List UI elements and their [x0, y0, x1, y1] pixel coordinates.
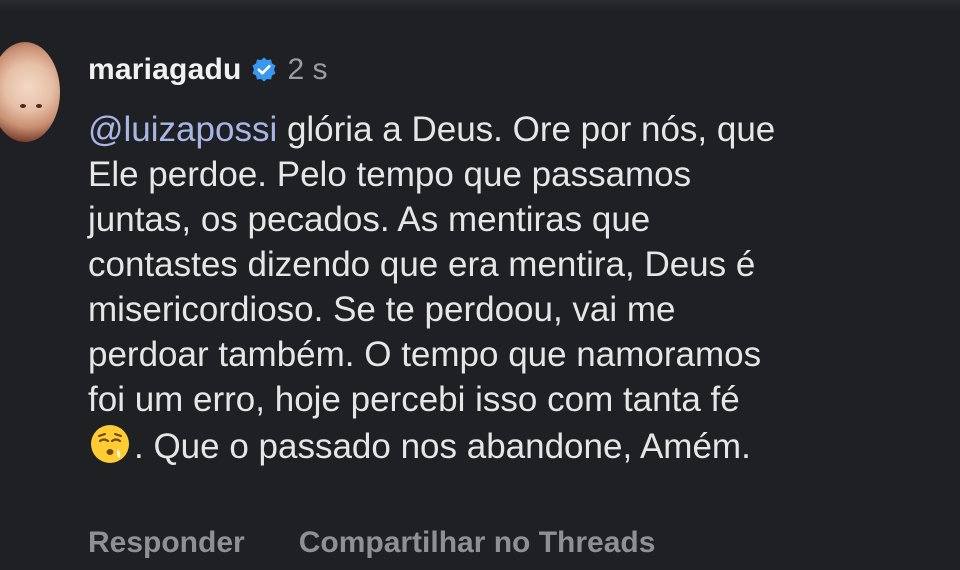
comment-line: @luizapossi glória a Deus. Ore por nós, … — [88, 107, 956, 152]
verified-badge-icon — [250, 56, 278, 84]
comment-line-text: . Que o passado nos abandone, Amém. — [134, 427, 751, 466]
mention-link[interactable]: @luizapossi — [88, 110, 277, 149]
top-divider — [0, 0, 960, 10]
comment-text: @luizapossi glória a Deus. Ore por nós, … — [88, 107, 956, 467]
comment-line: perdoar também. O tempo que namoramos — [88, 335, 762, 374]
share-threads-button[interactable]: Compartilhar no Threads — [299, 526, 656, 560]
username[interactable]: mariagadu — [88, 53, 242, 87]
timestamp: 2 s — [287, 53, 328, 86]
comment-line: misericordioso. Se te perdoou, vai me — [88, 290, 676, 329]
avatar-eye — [20, 104, 26, 108]
comment-header: mariagadu 2 s — [88, 50, 328, 90]
comment-line: Ele perdoe. Pelo tempo que passamos — [88, 155, 692, 194]
comment-line: foi um erro, hoje percebi isso com tanta… — [88, 380, 740, 419]
comment-line: contastes dizendo que era mentira, Deus … — [88, 245, 756, 284]
comment-actions: Responder Compartilhar no Threads — [88, 526, 655, 560]
reply-button[interactable]: Responder — [88, 526, 245, 560]
avatar[interactable] — [0, 42, 60, 142]
comment-line-text: glória a Deus. Ore por nós, que — [277, 110, 776, 149]
comment-line: juntas, os pecados. As mentiras que — [88, 200, 651, 239]
comment-line: . Que o passado nos abandone, Amém. — [88, 422, 956, 467]
pleading-face-emoji — [88, 422, 132, 466]
avatar-eye — [36, 104, 42, 108]
